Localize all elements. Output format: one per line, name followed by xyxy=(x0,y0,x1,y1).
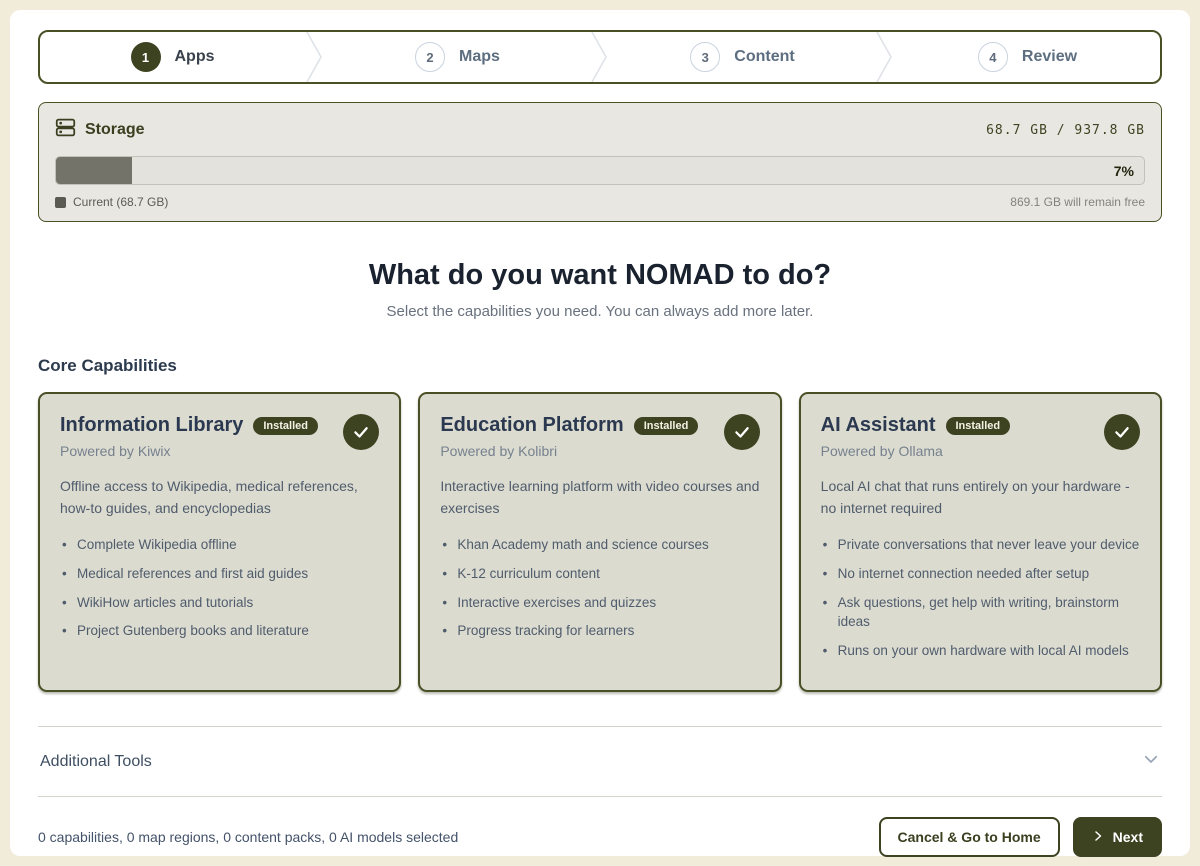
step-label: Apps xyxy=(175,48,215,66)
wizard-stepper: 1 Apps 2 Maps 3 Content 4 Review xyxy=(38,30,1162,84)
feature-item: Interactive exercises and quizzes xyxy=(440,593,759,613)
powered-by-label: Powered by Kiwix xyxy=(60,443,318,459)
chevron-down-icon[interactable] xyxy=(1142,750,1160,773)
feature-item: Private conversations that never leave y… xyxy=(821,535,1140,555)
card-feature-list: Complete Wikipedia offline Medical refer… xyxy=(60,535,379,640)
storage-progress-bar: 7% xyxy=(55,156,1145,185)
step-content[interactable]: 3 Content xyxy=(610,32,875,82)
storage-title: Storage xyxy=(85,121,145,139)
page-title: What do you want NOMAD to do? xyxy=(38,259,1162,292)
next-button-label: Next xyxy=(1113,829,1143,845)
feature-item: WikiHow articles and tutorials xyxy=(60,593,379,613)
page-subtitle: Select the capabilities you need. You ca… xyxy=(38,303,1162,320)
step-number-badge: 2 xyxy=(415,42,445,72)
cancel-go-home-button[interactable]: Cancel & Go to Home xyxy=(879,817,1060,857)
step-number-badge: 1 xyxy=(131,42,161,72)
feature-item: Runs on your own hardware with local AI … xyxy=(821,641,1140,661)
card-description: Offline access to Wikipedia, medical ref… xyxy=(60,476,379,519)
main-panel: 1 Apps 2 Maps 3 Content 4 Review xyxy=(10,10,1190,856)
chevron-right-icon xyxy=(1092,829,1104,845)
feature-item: No internet connection needed after setu… xyxy=(821,564,1140,584)
wizard-footer: 0 capabilities, 0 map regions, 0 content… xyxy=(38,797,1162,857)
step-apps[interactable]: 1 Apps xyxy=(40,32,305,82)
installed-badge: Installed xyxy=(634,417,699,435)
feature-item: Project Gutenberg books and literature xyxy=(60,621,379,641)
selected-check-icon xyxy=(724,414,760,450)
feature-item: Progress tracking for learners xyxy=(440,621,759,641)
capability-card-education-platform[interactable]: Education Platform Installed Powered by … xyxy=(418,392,781,692)
additional-tools-toggle[interactable]: Additional Tools xyxy=(38,727,1162,796)
step-maps[interactable]: 2 Maps xyxy=(325,32,590,82)
card-description: Local AI chat that runs entirely on your… xyxy=(821,476,1140,519)
feature-item: Khan Academy math and science courses xyxy=(440,535,759,555)
page-background: 1 Apps 2 Maps 3 Content 4 Review xyxy=(0,0,1200,866)
installed-badge: Installed xyxy=(946,417,1011,435)
card-description: Interactive learning platform with video… xyxy=(440,476,759,519)
legend-current-label: Current (68.7 GB) xyxy=(73,195,168,209)
capability-cards-row: Information Library Installed Powered by… xyxy=(38,392,1162,692)
step-label: Maps xyxy=(459,48,500,66)
card-title: Education Platform xyxy=(440,414,623,437)
step-label: Content xyxy=(734,48,794,66)
feature-item: Ask questions, get help with writing, br… xyxy=(821,593,1140,632)
step-separator-chevron-icon xyxy=(875,32,895,82)
feature-item: K-12 curriculum content xyxy=(440,564,759,584)
next-button[interactable]: Next xyxy=(1073,817,1162,857)
legend-current-swatch xyxy=(55,197,66,208)
storage-percent-label: 7% xyxy=(1114,163,1134,179)
card-feature-list: Khan Academy math and science courses K-… xyxy=(440,535,759,640)
core-capabilities-heading: Core Capabilities xyxy=(38,356,1162,376)
selection-summary: 0 capabilities, 0 map regions, 0 content… xyxy=(38,829,458,845)
step-separator-chevron-icon xyxy=(590,32,610,82)
storage-drive-icon xyxy=(55,117,76,143)
card-title: AI Assistant xyxy=(821,414,936,437)
storage-panel: Storage 68.7 GB / 937.8 GB 7% Current (6… xyxy=(38,102,1162,222)
capability-card-information-library[interactable]: Information Library Installed Powered by… xyxy=(38,392,401,692)
powered-by-label: Powered by Ollama xyxy=(821,443,1010,459)
selected-check-icon xyxy=(1104,414,1140,450)
feature-item: Medical references and first aid guides xyxy=(60,564,379,584)
card-title: Information Library xyxy=(60,414,243,437)
storage-progress-fill xyxy=(56,157,132,184)
storage-remaining-label: 869.1 GB will remain free xyxy=(1010,195,1145,209)
step-number-badge: 4 xyxy=(978,42,1008,72)
feature-item: Complete Wikipedia offline xyxy=(60,535,379,555)
capability-card-ai-assistant[interactable]: AI Assistant Installed Powered by Ollama… xyxy=(799,392,1162,692)
step-number-badge: 3 xyxy=(690,42,720,72)
step-separator-chevron-icon xyxy=(305,32,325,82)
storage-usage-text: 68.7 GB / 937.8 GB xyxy=(986,123,1145,138)
installed-badge: Installed xyxy=(253,417,318,435)
selected-check-icon xyxy=(343,414,379,450)
card-feature-list: Private conversations that never leave y… xyxy=(821,535,1140,660)
step-label: Review xyxy=(1022,48,1077,66)
additional-tools-label: Additional Tools xyxy=(40,753,152,771)
step-review[interactable]: 4 Review xyxy=(895,32,1160,82)
powered-by-label: Powered by Kolibri xyxy=(440,443,698,459)
